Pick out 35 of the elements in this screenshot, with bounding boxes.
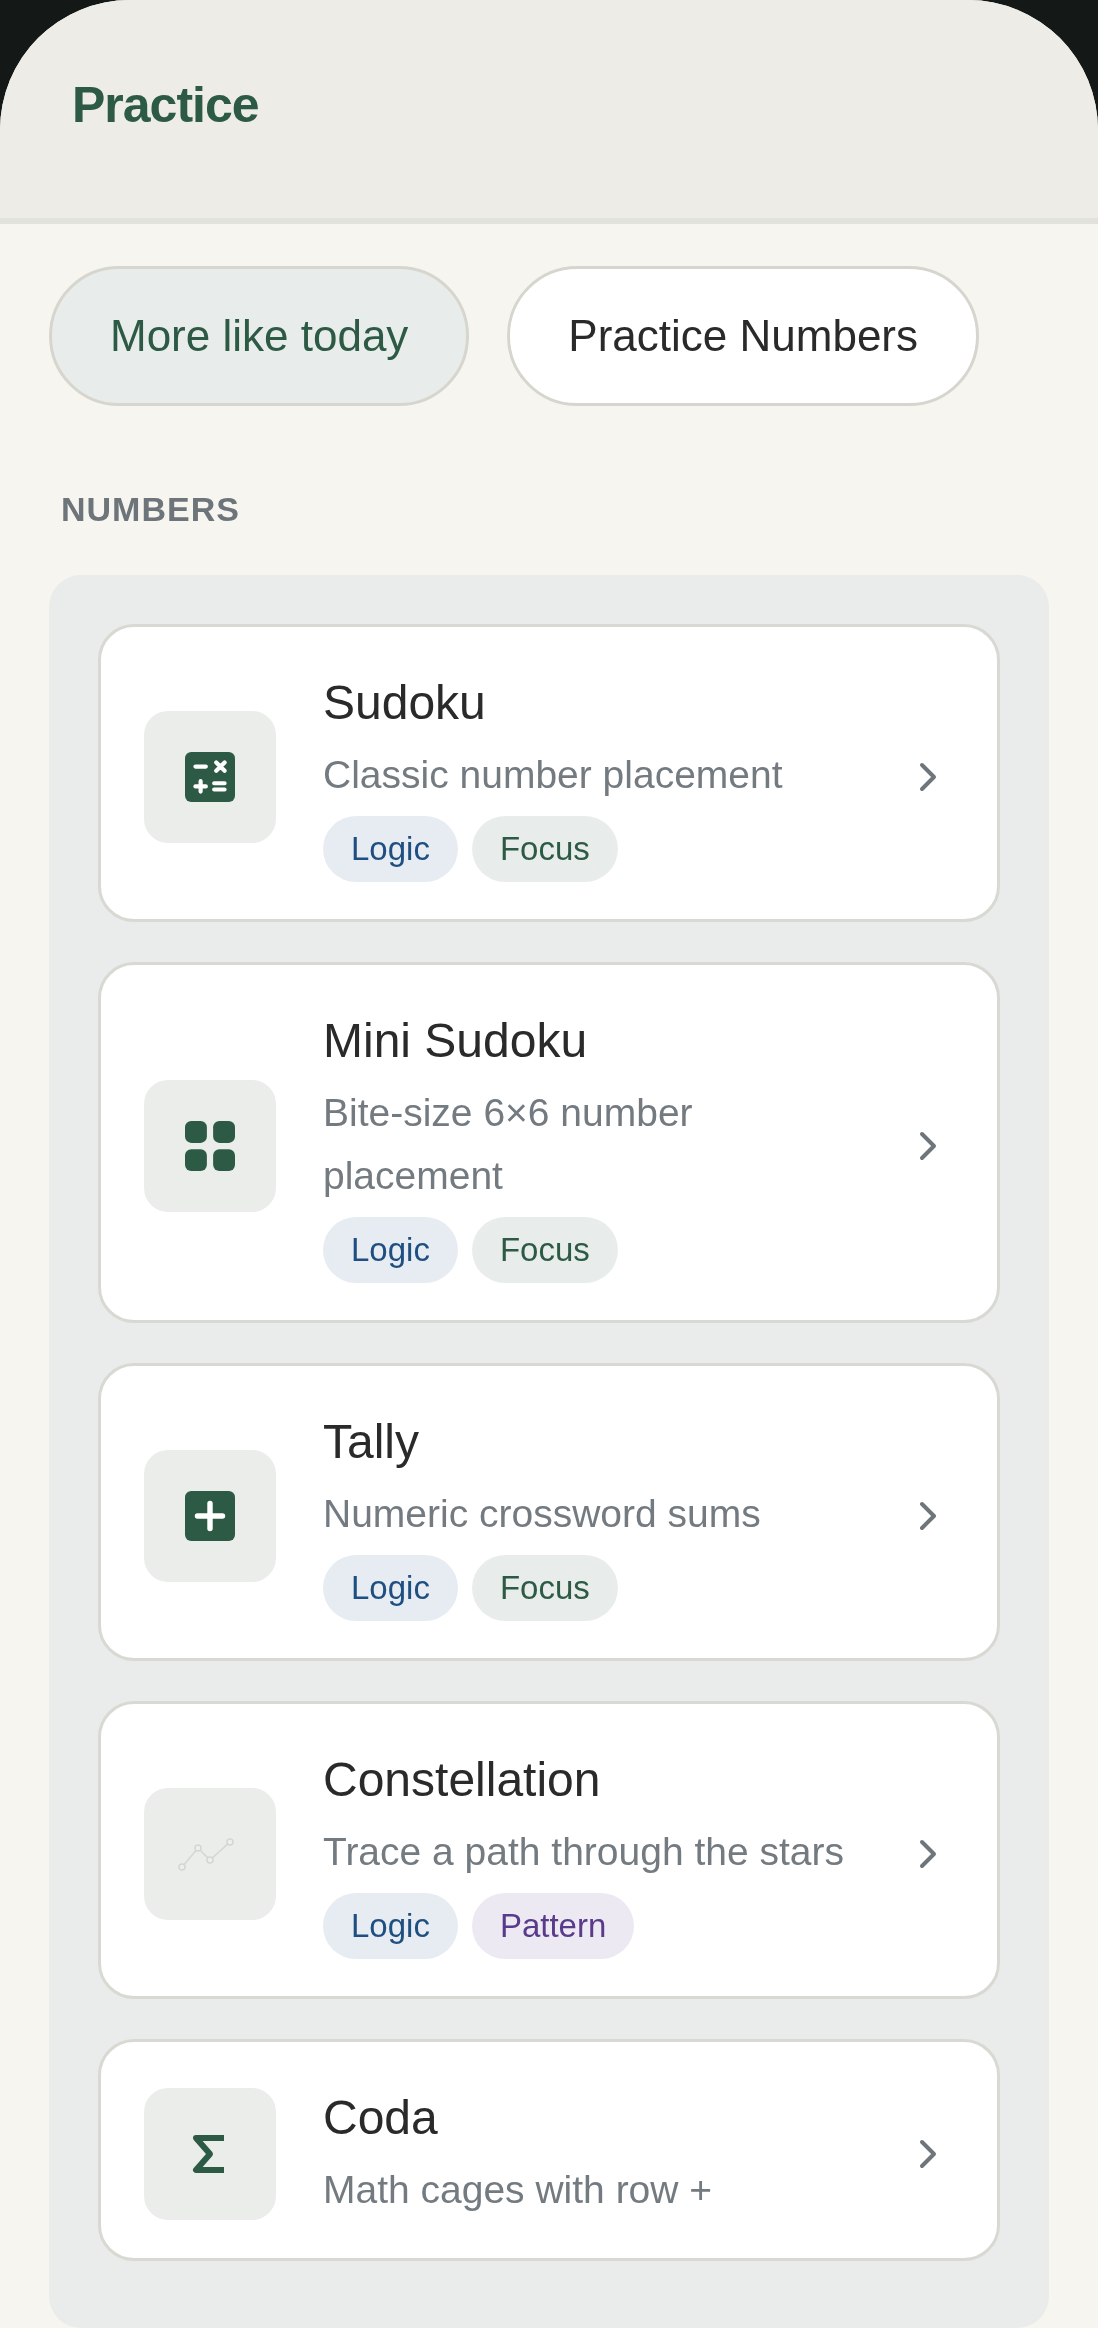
game-description: Math cages with row + xyxy=(323,2167,714,2213)
chevron-right-icon xyxy=(919,761,937,792)
game-description: Trace a path through the stars xyxy=(323,1829,845,1875)
game-title: Tally xyxy=(323,1414,421,1470)
plus-icon xyxy=(185,1490,235,1541)
chevron-right-icon xyxy=(919,1500,937,1531)
game-title: Mini Sudoku xyxy=(323,1013,589,1069)
chevron-right-icon xyxy=(919,1838,937,1869)
tag: Pattern xyxy=(471,1893,635,1959)
chevron-right-icon xyxy=(919,1131,937,1161)
game-description: Numeric crossword sums xyxy=(323,1491,762,1537)
tag: Logic xyxy=(323,1893,458,1959)
game-description: Classic number placement xyxy=(323,752,784,798)
game-card[interactable]: Mini Sudoku Bite-size 6×6 number placement Logic Focus xyxy=(98,962,1000,1323)
game-title: Coda xyxy=(323,2090,439,2146)
filter-chip[interactable]: More like today xyxy=(49,266,470,406)
game-card[interactable]: Constellation Trace a path through the stars Logic Pattern xyxy=(98,1701,1000,1999)
page-title: Practice xyxy=(72,75,259,135)
game-description: Bite-size 6×6 number placement xyxy=(323,1090,694,1199)
game-card[interactable]: Coda Math cages with row + xyxy=(98,2039,1000,2261)
tag: Focus xyxy=(471,816,618,882)
game-card[interactable]: Sudoku Classic number placement Logic Focus xyxy=(98,624,1000,922)
tag: Focus xyxy=(471,1555,618,1621)
game-card[interactable]: Tally Numeric crossword sums Logic Focus xyxy=(98,1363,1000,1661)
tag: Logic xyxy=(323,1217,458,1283)
tag: Focus xyxy=(471,1217,618,1283)
grid-icon xyxy=(185,1121,235,1171)
game-title: Sudoku xyxy=(323,675,487,731)
tag: Logic xyxy=(323,1555,458,1621)
game-title: Constellation xyxy=(323,1752,602,1808)
chevron-right-icon xyxy=(919,2138,937,2169)
calculator-icon xyxy=(185,751,235,802)
section-heading: NUMBERS xyxy=(60,489,241,530)
tag: Logic xyxy=(323,816,458,882)
filter-chip[interactable]: Practice Numbers xyxy=(507,266,980,406)
